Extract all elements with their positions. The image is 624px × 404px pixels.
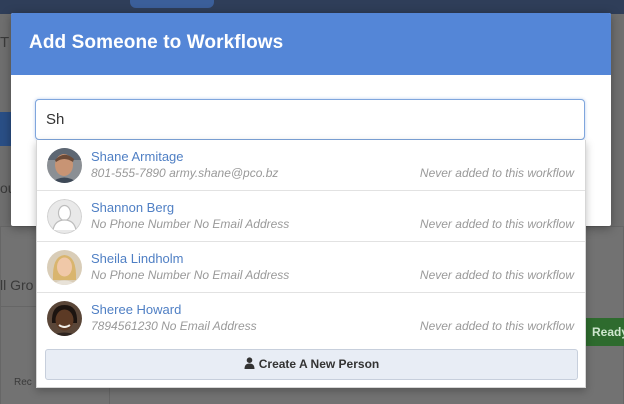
result-status: Never added to this workflow xyxy=(419,217,574,231)
avatar-sheree-howard xyxy=(47,301,82,336)
result-contact: 7894561230 No Email Address xyxy=(91,319,257,333)
person-photo-icon xyxy=(47,250,82,285)
modal-header: Add Someone to Workflows xyxy=(11,13,611,75)
result-row[interactable]: Sheree Howard 7894561230 No Email Addres… xyxy=(37,293,585,344)
result-row[interactable]: Shane Armitage 801-555-7890 army.shane@p… xyxy=(37,140,585,191)
result-status: Never added to this workflow xyxy=(419,319,574,333)
create-new-person-label: Create A New Person xyxy=(258,357,380,371)
result-contact: No Phone Number No Email Address xyxy=(91,217,290,231)
avatar-shane-armitage xyxy=(47,148,82,183)
result-contact: No Phone Number No Email Address xyxy=(91,268,290,282)
result-name: Sheree Howard xyxy=(91,302,182,317)
background-tab xyxy=(130,0,214,8)
result-name: Shannon Berg xyxy=(91,200,175,215)
result-status: Never added to this workflow xyxy=(419,268,574,282)
result-contact: 801-555-7890 army.shane@pco.bz xyxy=(91,166,279,180)
avatar-sheila-lindholm xyxy=(47,250,82,285)
result-name: Sheila Lindholm xyxy=(91,251,184,266)
background-fragment-top: T xyxy=(0,34,10,51)
search-results-dropdown: Shane Armitage 801-555-7890 army.shane@p… xyxy=(36,140,586,388)
result-status: Never added to this workflow xyxy=(419,166,574,180)
result-row[interactable]: Shannon Berg No Phone Number No Email Ad… xyxy=(37,191,585,242)
background-top-bar xyxy=(0,0,624,14)
person-icon xyxy=(244,357,255,372)
person-photo-icon xyxy=(47,148,82,183)
avatar-shannon-berg xyxy=(47,199,82,234)
create-new-person-button[interactable]: Create A New Person xyxy=(45,349,578,380)
person-search-input[interactable] xyxy=(35,99,585,140)
background-ready-badge: Ready xyxy=(584,318,624,346)
modal-title: Add Someone to Workflows xyxy=(29,32,284,53)
person-photo-icon xyxy=(47,301,82,336)
background-fragment-bottom: Rec xyxy=(14,377,32,388)
result-name: Shane Armitage xyxy=(91,149,184,164)
background-fragment-left: ll Gro xyxy=(0,277,34,293)
default-avatar-icon xyxy=(47,199,82,234)
result-row[interactable]: Sheila Lindholm No Phone Number No Email… xyxy=(37,242,585,293)
